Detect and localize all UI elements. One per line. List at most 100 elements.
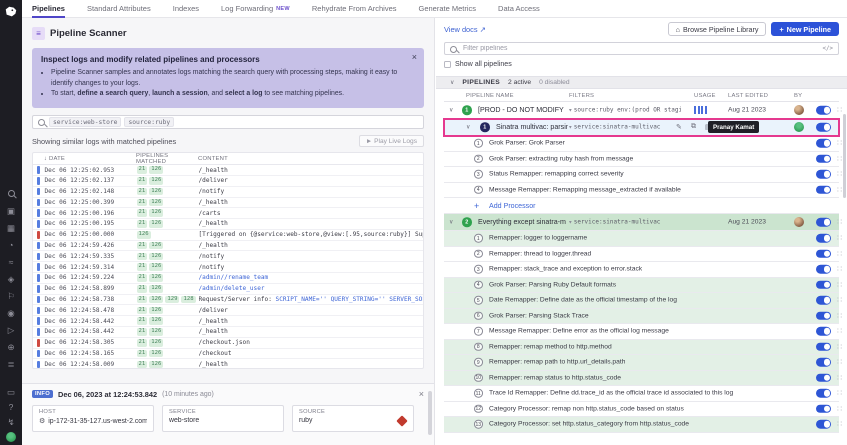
- search-token[interactable]: service:web-store: [49, 117, 121, 127]
- tab-log-forwarding[interactable]: Log ForwardingNEW: [221, 0, 290, 18]
- drag-handle-icon[interactable]: ∷: [837, 280, 842, 289]
- processor-row[interactable]: 9Remapper: remap path to http.url_detail…: [444, 355, 839, 371]
- log-row[interactable]: Dec 06 12:24:58.16521126/checkout: [33, 349, 423, 360]
- processor-row[interactable]: 1Remapper: logger to loggername∷: [444, 231, 839, 247]
- drag-handle-icon[interactable]: ∷: [837, 373, 842, 382]
- tab-generate-metrics[interactable]: Generate Metrics: [419, 0, 477, 18]
- processor-row[interactable]: 8Remapper: remap method to http.method∷: [444, 340, 839, 356]
- drag-handle-icon[interactable]: ∷: [837, 170, 842, 179]
- drag-handle-icon[interactable]: ∷: [837, 358, 842, 367]
- play-live-logs-button[interactable]: ► Play Live Logs: [359, 135, 424, 147]
- drag-handle-icon[interactable]: ∷: [837, 420, 842, 429]
- column-date[interactable]: ↓ DATE: [44, 156, 136, 162]
- processor-row[interactable]: 6Grok Parser: Parsing Stack Trace∷: [444, 309, 839, 325]
- chat-icon[interactable]: ▭: [6, 387, 17, 398]
- log-row[interactable]: Dec 06 12:24:58.30521126/checkout.json: [33, 338, 423, 349]
- right-panel-scrollbar[interactable]: [843, 114, 846, 198]
- log-row[interactable]: Dec 06 12:25:00.19521126/_health: [33, 219, 423, 230]
- synthetics-icon[interactable]: ◉: [6, 308, 17, 319]
- show-all-pipelines-toggle[interactable]: Show all pipelines: [444, 60, 839, 68]
- log-row[interactable]: Dec 06 12:24:59.42621126/_health: [33, 241, 423, 252]
- processor-enabled-toggle[interactable]: [816, 250, 831, 259]
- processor-row[interactable]: 2Grok Parser: extracting ruby hash from …: [444, 152, 839, 168]
- drag-handle-icon[interactable]: ∷: [837, 218, 842, 227]
- processor-enabled-toggle[interactable]: [816, 186, 831, 195]
- log-row[interactable]: Dec 06 12:24:58.44221126/_health: [33, 327, 423, 338]
- drag-handle-icon[interactable]: ∷: [837, 249, 842, 258]
- processor-row[interactable]: 7Message Remapper: Define error as the o…: [444, 324, 839, 340]
- processor-enabled-toggle[interactable]: [816, 139, 831, 148]
- processor-enabled-toggle[interactable]: [816, 296, 831, 305]
- tab-data-access[interactable]: Data Access: [498, 0, 540, 18]
- log-row[interactable]: Dec 06 12:25:02.95321126/_health: [33, 165, 423, 176]
- drag-handle-icon[interactable]: ∷: [837, 185, 842, 194]
- processor-enabled-toggle[interactable]: [816, 281, 831, 290]
- log-row[interactable]: Dec 06 12:25:00.19621126/carts: [33, 208, 423, 219]
- drag-handle-icon[interactable]: ∷: [837, 139, 842, 148]
- log-search-input[interactable]: service:web-storesource:ruby: [32, 115, 424, 129]
- drag-handle-icon[interactable]: ∷: [837, 389, 842, 398]
- processor-enabled-toggle[interactable]: [816, 312, 831, 321]
- logs-icon[interactable]: ≣: [6, 359, 17, 370]
- watchdog-icon[interactable]: ⚐: [6, 291, 17, 302]
- avatar[interactable]: [794, 105, 804, 115]
- new-pipeline-button[interactable]: +New Pipeline: [771, 22, 839, 36]
- search-icon[interactable]: [6, 189, 17, 200]
- add-processor-row[interactable]: +Add Processor: [444, 198, 839, 214]
- log-row[interactable]: Dec 06 12:24:59.33521126/notify: [33, 251, 423, 262]
- drag-handle-icon[interactable]: ∷: [837, 327, 842, 336]
- processor-row[interactable]: 11Trace Id Remapper: Define dd.trace_id …: [444, 386, 839, 402]
- pipeline-row-sinatra-multivac-parsing[interactable]: ∨1Sinatra multivac: parsing▼service:sina…: [444, 119, 839, 136]
- processor-enabled-toggle[interactable]: [816, 358, 831, 367]
- processor-row[interactable]: 2Remapper: thread to logger.thread∷: [444, 247, 839, 263]
- processor-row[interactable]: 4Grok Parser: Parsing Ruby Default forma…: [444, 278, 839, 294]
- log-row[interactable]: Dec 06 12:24:58.89921126/admin/delete_us…: [33, 284, 423, 295]
- drag-handle-icon[interactable]: ∷: [837, 404, 842, 413]
- drag-handle-icon[interactable]: ∷: [837, 154, 842, 163]
- tab-standard-attributes[interactable]: Standard Attributes: [87, 0, 151, 18]
- log-row[interactable]: Dec 06 12:24:58.73821126129128Request/Se…: [33, 295, 423, 306]
- pipeline-row-everything-except-sinatra-mu[interactable]: ∨2Everything except sinatra-multiv...▼se…: [444, 214, 839, 231]
- chevron-down-icon[interactable]: ∨: [449, 219, 453, 226]
- log-row[interactable]: Dec 06 12:24:58.00921126/_health: [33, 359, 423, 369]
- datadog-logo[interactable]: [4, 4, 19, 19]
- shortcuts-icon[interactable]: ↯: [6, 417, 17, 428]
- rum-icon[interactable]: ▷: [6, 325, 17, 336]
- view-docs-link[interactable]: View docs ↗: [444, 25, 486, 34]
- processor-row[interactable]: 1Grok Parser: Grok Parser∷: [444, 136, 839, 152]
- processor-enabled-toggle[interactable]: [816, 374, 831, 383]
- close-icon[interactable]: ×: [419, 389, 424, 399]
- pipeline-enabled-toggle[interactable]: [816, 106, 831, 115]
- clone-icon[interactable]: ⧉: [691, 123, 696, 131]
- pipelines-group-header[interactable]: ∨ PIPELINES 2 active 0 disabled: [436, 76, 847, 89]
- tab-rehydrate-from-archives[interactable]: Rehydrate From Archives: [312, 0, 397, 18]
- filter-pipelines-field[interactable]: </>: [444, 42, 839, 55]
- processor-row[interactable]: 5Date Remapper: Define date as the offic…: [444, 293, 839, 309]
- avatar[interactable]: [794, 217, 804, 227]
- processor-row[interactable]: 3Remapper: stack_trace and exception to …: [444, 262, 839, 278]
- browse-pipeline-library-button[interactable]: ⌂Browse Pipeline Library: [668, 22, 767, 36]
- search-token[interactable]: source:ruby: [124, 117, 174, 127]
- metrics-icon[interactable]: ≈: [6, 257, 17, 268]
- processor-row[interactable]: 12Category Processor: remap non http.sta…: [444, 402, 839, 418]
- chevron-down-icon[interactable]: ∨: [466, 124, 470, 131]
- drag-handle-icon[interactable]: ∷: [837, 311, 842, 320]
- detail-field-source[interactable]: SOURCEruby: [292, 405, 414, 432]
- user-avatar[interactable]: [6, 432, 16, 442]
- processor-enabled-toggle[interactable]: [816, 265, 831, 274]
- dashboards-icon[interactable]: ▦: [6, 223, 17, 234]
- log-row[interactable]: Dec 06 12:25:02.13721126/deliver: [33, 176, 423, 187]
- infrastructure-icon[interactable]: ▣: [6, 206, 17, 217]
- code-syntax-icon[interactable]: </>: [823, 46, 833, 52]
- help-icon[interactable]: ?: [6, 402, 17, 413]
- left-panel-scrollbar[interactable]: [428, 391, 432, 435]
- processor-enabled-toggle[interactable]: [816, 234, 831, 243]
- processor-row[interactable]: 10Remapper: remap status to http.status_…: [444, 371, 839, 387]
- edit-icon[interactable]: ✎: [676, 123, 682, 131]
- detail-field-host[interactable]: HOST⚙ip-172-31-35-127.us-west-2.compute.…: [32, 405, 154, 432]
- drag-handle-icon[interactable]: ∷: [837, 106, 842, 115]
- avatar[interactable]: [794, 122, 804, 132]
- processor-enabled-toggle[interactable]: [816, 343, 831, 352]
- log-row[interactable]: Dec 06 12:24:58.44221126/_health: [33, 316, 423, 327]
- ci-cd-icon[interactable]: ⊕: [6, 342, 17, 353]
